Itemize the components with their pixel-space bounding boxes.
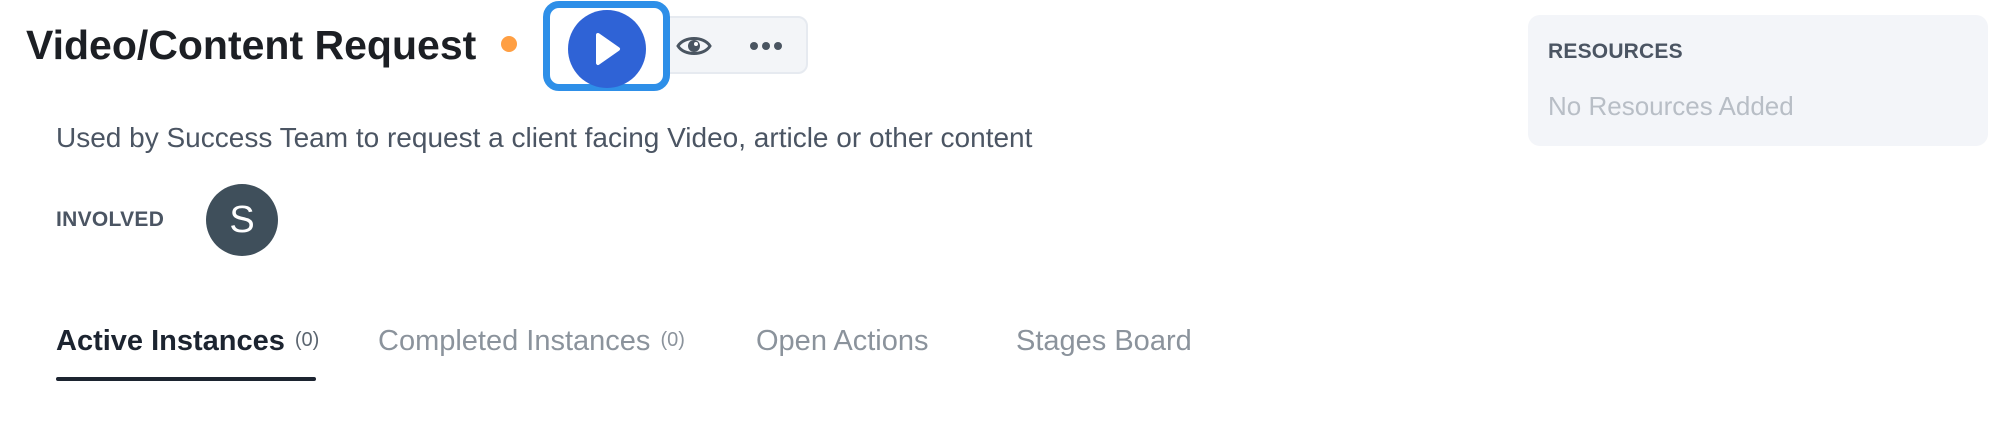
active-tab-indicator [56, 377, 316, 381]
tab-active-instances[interactable]: Active Instances (0) [56, 325, 319, 381]
resources-title: RESOURCES [1548, 40, 1683, 63]
run-process-button[interactable] [543, 1, 670, 91]
more-horizontal-icon [750, 42, 782, 50]
preview-button[interactable] [672, 24, 716, 68]
more-options-button[interactable] [744, 24, 788, 68]
tab-open-actions[interactable]: Open Actions [756, 325, 929, 381]
avatar[interactable]: S [206, 184, 278, 256]
play-icon [568, 10, 646, 88]
tab-completed-instances[interactable]: Completed Instances (0) [378, 325, 685, 381]
page-title: Video/Content Request [26, 22, 477, 68]
resources-panel: RESOURCES No Resources Added [1528, 15, 1988, 146]
involved-label: INVOLVED [56, 208, 165, 231]
tab-label: Active Instances [56, 325, 285, 357]
tab-label: Completed Instances [378, 325, 651, 357]
process-description: Used by Success Team to request a client… [56, 122, 1033, 153]
process-page: Video/Content Request Used by Success Te… [0, 0, 2014, 434]
tab-count: (0) [294, 329, 320, 351]
tab-label: Open Actions [756, 325, 929, 357]
status-indicator-dot [501, 36, 517, 52]
tab-label: Stages Board [1016, 325, 1192, 357]
resources-empty-state: No Resources Added [1548, 91, 1794, 121]
tab-count: (0) [660, 329, 685, 351]
tab-stages-board[interactable]: Stages Board [1016, 325, 1192, 381]
eye-icon [676, 37, 712, 55]
